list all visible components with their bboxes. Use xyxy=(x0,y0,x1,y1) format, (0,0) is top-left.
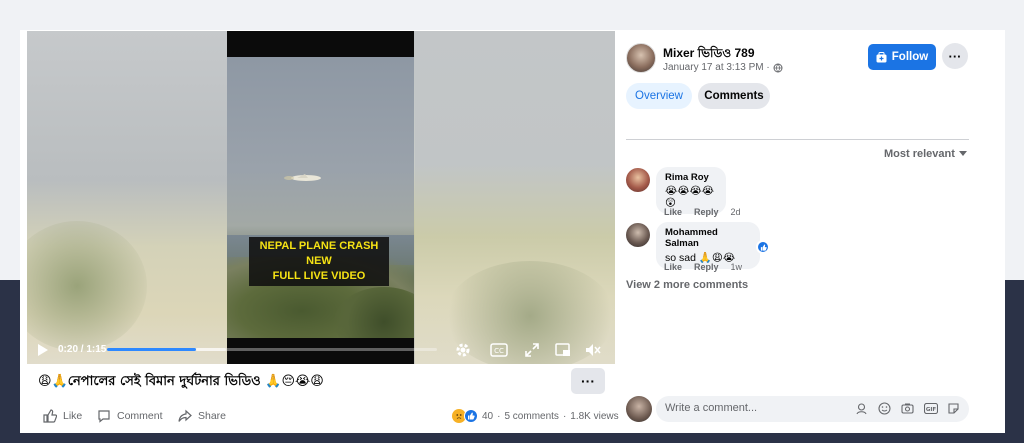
follow-button[interactable]: Follow xyxy=(868,44,936,70)
picture-in-picture-icon[interactable] xyxy=(553,340,573,360)
settings-icon[interactable] xyxy=(453,340,473,360)
video-controls: 0:20 / 1:15 CC xyxy=(27,335,615,364)
emoji-icon[interactable] xyxy=(877,401,892,416)
composer-icons: GIF xyxy=(854,401,961,416)
comment-reply-button[interactable]: Reply xyxy=(694,207,719,217)
plane-image xyxy=(284,174,321,181)
comment-like-button[interactable]: Like xyxy=(664,207,682,217)
comment-label: Comment xyxy=(117,410,163,422)
avatar-sticker-icon[interactable] xyxy=(854,401,869,416)
comment-sort-dropdown[interactable]: Most relevant xyxy=(884,148,967,160)
fullscreen-icon[interactable] xyxy=(522,340,542,360)
video-frame xyxy=(227,57,414,338)
author-more-button[interactable]: ··· xyxy=(942,43,968,69)
sticker-icon[interactable] xyxy=(946,401,961,416)
caption-line: FULL LIVE VIDEO xyxy=(272,270,366,282)
commenter-avatar[interactable] xyxy=(626,223,650,247)
commenter-name[interactable]: Mohammed Salman xyxy=(665,227,751,249)
comments-count[interactable]: 5 comments xyxy=(504,411,558,422)
views-count: 1.8K views xyxy=(570,410,619,422)
stats-separator: · xyxy=(497,410,501,422)
post-date: January 17 at 3:13 PM · xyxy=(663,62,783,73)
follow-label: Follow xyxy=(891,51,929,63)
commenter-avatar[interactable] xyxy=(626,168,650,192)
tab-overview[interactable]: Overview xyxy=(626,83,692,109)
comment-actions: Like Reply 2d xyxy=(664,207,741,217)
camera-icon[interactable] xyxy=(900,401,915,416)
comment-like-button[interactable]: Like xyxy=(664,262,682,272)
current-user-avatar[interactable] xyxy=(626,396,652,422)
thumbs-up-icon xyxy=(43,409,57,423)
divider xyxy=(626,139,969,140)
comment-like-badge-icon[interactable] xyxy=(756,240,770,254)
comment-input[interactable]: Write a comment... GIF xyxy=(656,396,969,422)
svg-text:GIF: GIF xyxy=(925,407,936,413)
video-progress-bar[interactable] xyxy=(107,348,437,351)
comment-button[interactable]: Comment xyxy=(97,409,163,423)
reaction-count[interactable]: 40 xyxy=(482,411,493,422)
comment-text: 😭😭😭😭 😲 xyxy=(665,185,715,209)
like-reaction-icon xyxy=(464,409,478,423)
share-label: Share xyxy=(198,410,227,422)
comment-input-placeholder: Write a comment... xyxy=(665,402,758,414)
video-player[interactable]: NEPAL PLANE CRASH NEW FULL LIVE VIDEO 0:… xyxy=(27,31,615,364)
view-more-comments-link[interactable]: View 2 more comments xyxy=(626,279,748,291)
share-icon xyxy=(178,409,192,422)
letterbox-top xyxy=(227,31,414,57)
commenter-name[interactable]: Rima Roy xyxy=(665,172,717,183)
tab-comments[interactable]: Comments xyxy=(698,83,770,109)
post-stats: 40 · 5 comments · 1.8K views xyxy=(452,409,619,423)
video-progress-fill xyxy=(107,348,197,351)
video-caption-overlay: NEPAL PLANE CRASH NEW FULL LIVE VIDEO xyxy=(249,237,389,286)
post-title: 😩🙏নেপালের সেই বিমান দুর্ঘটনার ভিডিও 🙏😔😭😩 xyxy=(38,374,324,389)
like-button[interactable]: Like xyxy=(43,409,82,423)
follow-icon xyxy=(876,51,887,62)
comment-time[interactable]: 2d xyxy=(731,207,741,217)
captions-icon[interactable]: CC xyxy=(489,340,509,360)
comment-icon xyxy=(98,410,110,423)
gif-icon[interactable]: GIF xyxy=(923,401,938,416)
post-date-text[interactable]: January 17 at 3:13 PM · xyxy=(663,62,770,73)
post-more-button[interactable]: ··· xyxy=(571,368,605,394)
caret-down-icon xyxy=(958,151,967,156)
video-time: 0:20 / 1:15 xyxy=(58,344,107,355)
comment-time[interactable]: 1w xyxy=(731,262,743,272)
video-buffer xyxy=(196,348,226,351)
like-label: Like xyxy=(63,410,83,422)
share-button[interactable]: Share xyxy=(178,409,226,423)
caption-line: NEPAL PLANE CRASH NEW xyxy=(259,240,379,267)
sort-label: Most relevant xyxy=(884,148,955,160)
globe-icon xyxy=(773,63,783,72)
play-icon[interactable] xyxy=(37,343,49,357)
volume-muted-icon[interactable] xyxy=(583,340,603,360)
comment-reply-button[interactable]: Reply xyxy=(694,262,719,272)
author-avatar[interactable] xyxy=(626,43,656,73)
stats-separator: · xyxy=(562,410,567,422)
comment-actions: Like Reply 1w xyxy=(664,262,742,272)
svg-text:CC: CC xyxy=(494,347,504,355)
